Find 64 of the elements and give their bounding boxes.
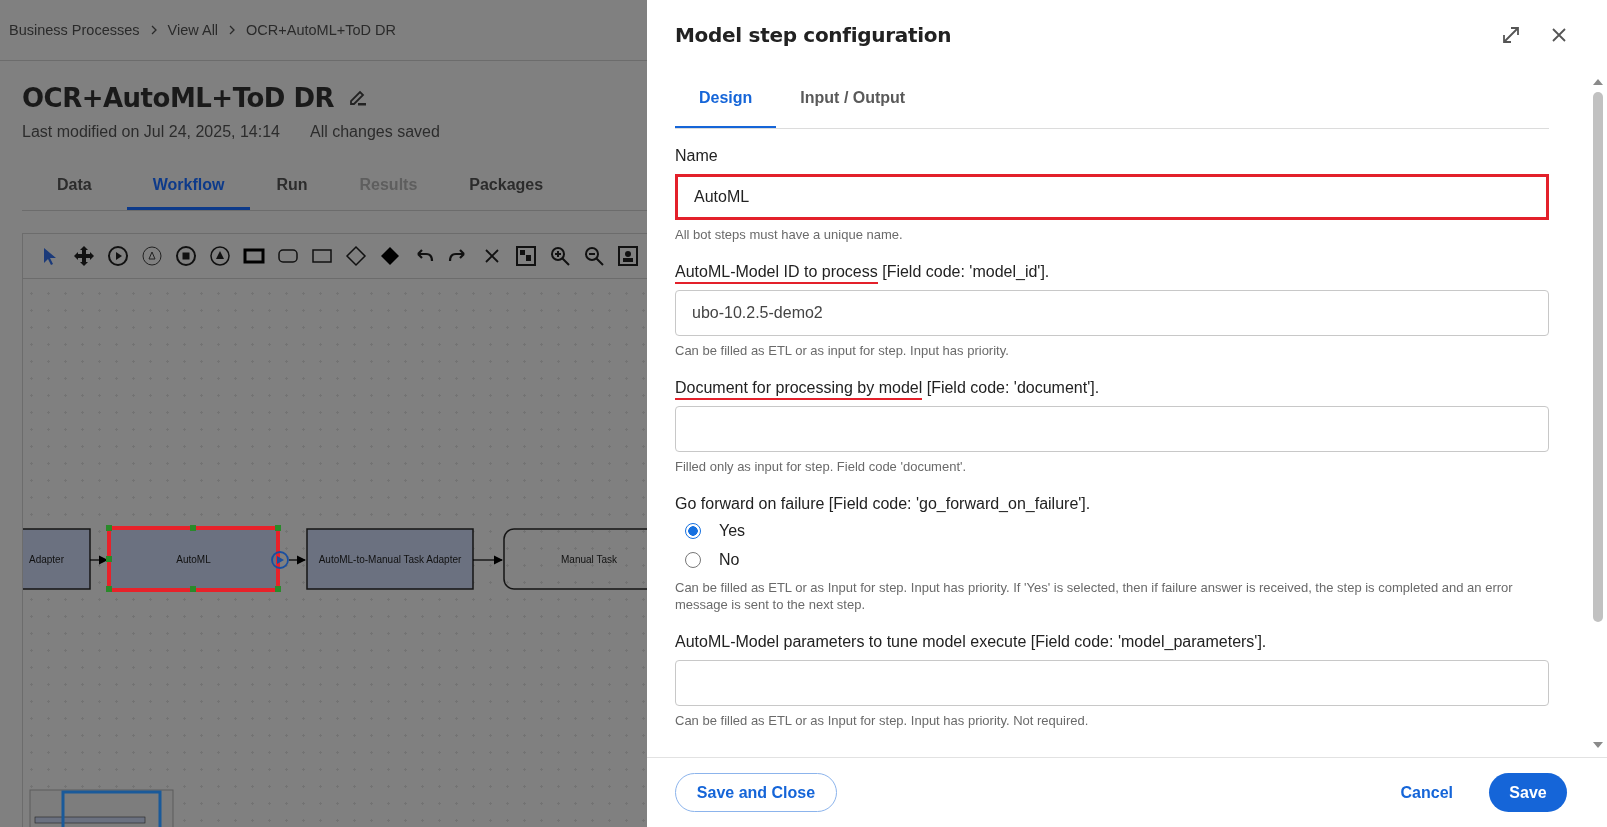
triangle-circle-icon[interactable] xyxy=(141,245,163,267)
connect-handle[interactable] xyxy=(271,551,289,569)
zoom-in-icon[interactable] xyxy=(549,245,571,267)
layout-icon[interactable] xyxy=(515,245,537,267)
input-field[interactable]: AutoML xyxy=(675,174,1549,220)
connector-arrow xyxy=(288,555,307,565)
breadcrumb-link[interactable]: View All xyxy=(167,22,219,38)
selection-handle[interactable] xyxy=(190,525,196,531)
selection-handle[interactable] xyxy=(190,586,196,592)
input-field[interactable] xyxy=(675,406,1549,452)
expand-icon[interactable] xyxy=(1501,25,1521,45)
radio-option[interactable]: No xyxy=(685,551,740,569)
tab[interactable]: Run xyxy=(250,163,334,210)
filled-diamond-icon[interactable] xyxy=(379,245,401,267)
tab[interactable]: Design xyxy=(675,70,777,128)
input-field[interactable] xyxy=(675,660,1549,706)
selection-handle[interactable] xyxy=(275,525,281,531)
pencil-icon[interactable] xyxy=(348,88,369,108)
task-node[interactable]: AutoML-to-Manual Task Adapter xyxy=(306,528,474,590)
last-modified: Last modified on Jul 24, 2025, 14:14 xyxy=(22,123,280,141)
help-text: All bot steps must have a unique name. xyxy=(675,226,904,243)
help-text: Can be filled as ETL or as Input for step. Input has priority. If 'Yes' is selected, then if failure answer is received, the step is completed and an error message is sent to the next step. xyxy=(675,579,1514,613)
field-label: Document for processing by model [Field code: 'document']. xyxy=(675,379,1549,397)
selection-handle[interactable] xyxy=(106,525,112,531)
task-node[interactable]: AutoML xyxy=(107,526,280,592)
breadcrumb-link[interactable]: OCR+AutoML+ToD DR xyxy=(246,22,396,38)
selection-handle[interactable] xyxy=(275,586,281,592)
field-label: Go forward on failure [Field code: 'go_forward_on_failure']. xyxy=(675,495,1092,513)
close-icon[interactable] xyxy=(1551,27,1567,43)
save-and-close-button[interactable]: Save and Close xyxy=(675,773,837,812)
scrollbar-thumb[interactable] xyxy=(1593,92,1603,622)
stop-circle-icon[interactable] xyxy=(175,245,197,267)
tab[interactable]: Input / Output xyxy=(776,70,930,128)
tab[interactable]: Data xyxy=(22,163,127,210)
play-circle-icon[interactable] xyxy=(107,245,129,267)
portrait-icon[interactable] xyxy=(617,245,639,267)
scroll-up-icon[interactable] xyxy=(1592,78,1604,86)
selection-handle[interactable] xyxy=(106,586,112,592)
tab[interactable]: Workflow xyxy=(126,163,251,210)
move-icon[interactable] xyxy=(73,245,95,267)
connector-arrow xyxy=(89,555,109,565)
field-label: AutoML-Model parameters to tune model execute [Field code: 'model_parameters']. xyxy=(675,633,1268,651)
page-title: OCR+AutoML+ToD DR xyxy=(22,83,335,113)
connector-arrow xyxy=(472,555,504,565)
triangle-circle-icon[interactable] xyxy=(209,245,231,267)
save-status: All changes saved xyxy=(309,123,440,141)
user-task-node[interactable]: Manual Task xyxy=(503,528,647,590)
field-label: AutoML-Model ID to process [Field code: 'model_id']. xyxy=(675,263,1549,281)
save-button[interactable]: Save xyxy=(1489,773,1567,812)
diamond-icon[interactable] xyxy=(345,245,367,267)
selection-handle[interactable] xyxy=(106,556,112,562)
cancel-button[interactable]: Cancel xyxy=(1384,773,1469,812)
scroll-down-icon[interactable] xyxy=(1592,741,1604,749)
dialog-title: Model step configuration xyxy=(675,23,952,47)
field-label: Name xyxy=(675,147,719,165)
task-node[interactable]: Adapter xyxy=(23,528,91,590)
help-text: Can be filled as ETL or as Input for step. Input has priority. Not required. xyxy=(675,712,1090,729)
help-text: Can be filled as ETL or as input for step. Input has priority. xyxy=(675,342,1010,359)
breadcrumb-link[interactable]: Business Processes xyxy=(9,22,140,38)
input-field[interactable]: ubo-10.2.5-demo2 xyxy=(675,290,1549,336)
zoom-out-icon[interactable] xyxy=(583,245,605,267)
help-text: Filled only as input for step. Field code 'document'. xyxy=(675,458,968,475)
tab[interactable]: Packages xyxy=(443,163,570,210)
radio-option[interactable]: Yes xyxy=(685,522,746,540)
